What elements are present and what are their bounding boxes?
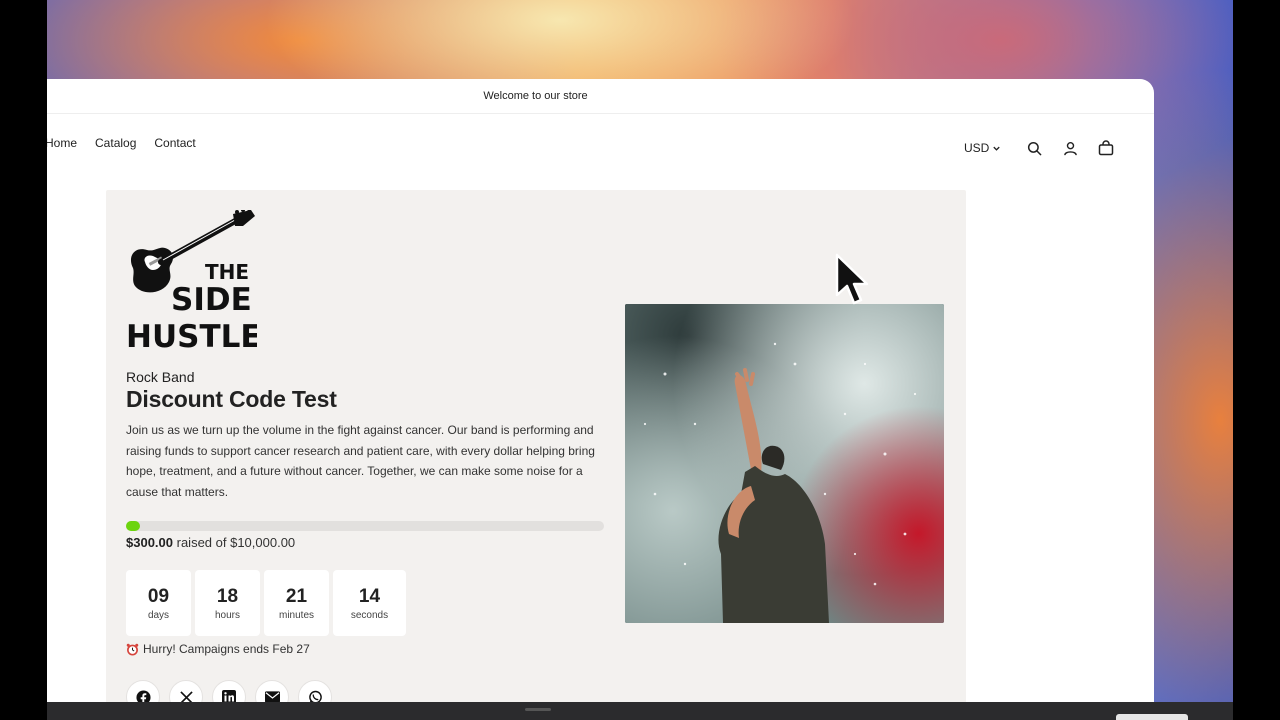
alarm-clock-icon [126,643,139,656]
main-nav: Home Catalog Contact [47,136,196,150]
band-logo: THE SIDE HUSTLE [126,210,257,350]
raised-goal-text: raised of $10,000.00 [176,535,296,550]
linkedin-icon [222,690,236,702]
hurry-text: Hurry! Campaigns ends Feb 27 [143,642,310,656]
nav-home[interactable]: Home [47,136,77,150]
taskbar-pill [1116,714,1188,720]
currency-label: USD [964,141,990,155]
search-button[interactable] [1016,134,1052,162]
logo-line-the: THE [205,260,249,284]
announcement-text: Welcome to our store [483,90,588,102]
shopping-bag-icon [1099,140,1114,156]
countdown-value: 09 [147,585,170,607]
countdown-minutes: 21 minutes [264,570,329,636]
countdown-label: minutes [278,609,314,621]
site-header: Home Catalog Contact USD [47,114,1154,174]
progress-fill [126,521,141,531]
countdown-label: days [147,609,170,621]
user-icon [1064,141,1077,155]
raised-amount: $300.00 [126,535,173,550]
campaign-title: Discount Code Test [126,386,337,412]
countdown-label: hours [214,609,240,621]
storefront-window: Welcome to our store Home Catalog Contac… [47,79,1154,702]
account-button[interactable] [1052,134,1088,162]
countdown-value: 14 [358,585,381,607]
cart-button[interactable] [1088,134,1124,162]
email-icon [264,691,280,702]
raised-summary: $300.00 raised of $10,000.00 [126,535,295,550]
countdown-value: 21 [285,585,308,607]
screen-left-border [0,0,47,720]
share-whatsapp-button[interactable] [298,680,332,702]
countdown-hours: 18 hours [195,570,260,636]
campaign-subtitle: Rock Band [126,369,195,385]
logo-line-side: SIDE [171,282,252,318]
campaign-hero-image [625,304,944,623]
countdown-label: seconds [350,609,389,621]
share-facebook-button[interactable] [126,680,160,702]
whatsapp-icon [308,690,322,702]
share-x-button[interactable] [169,680,203,702]
header-tools: USD [964,134,1124,162]
countdown-days: 09 days [126,570,191,636]
facebook-icon [135,689,151,702]
campaign-deadline: Hurry! Campaigns ends Feb 27 [126,642,310,656]
currency-selector[interactable]: USD [964,141,1001,155]
nav-contact[interactable]: Contact [154,136,195,150]
x-icon [179,690,193,702]
logo-line-hustle: HUSTLE [126,319,257,350]
mouse-cursor-icon [835,253,869,305]
announcement-bar: Welcome to our store [47,79,1154,114]
chevron-down-icon [993,146,1001,151]
countdown-value: 18 [216,585,239,607]
share-linkedin-button[interactable] [212,680,246,702]
search-icon [1027,141,1042,155]
screen-right-border [1233,0,1280,720]
nav-catalog[interactable]: Catalog [95,136,136,150]
share-buttons [126,680,332,702]
campaign-description: Join us as we turn up the volume in the … [126,423,595,499]
countdown-timer: 09 days 18 hours 21 minutes 14 seconds [126,570,406,636]
taskbar-strip [47,702,1233,720]
countdown-seconds: 14 seconds [333,570,406,636]
share-email-button[interactable] [255,680,289,702]
window-handle [525,708,551,711]
fundraising-progress-bar [126,521,604,531]
